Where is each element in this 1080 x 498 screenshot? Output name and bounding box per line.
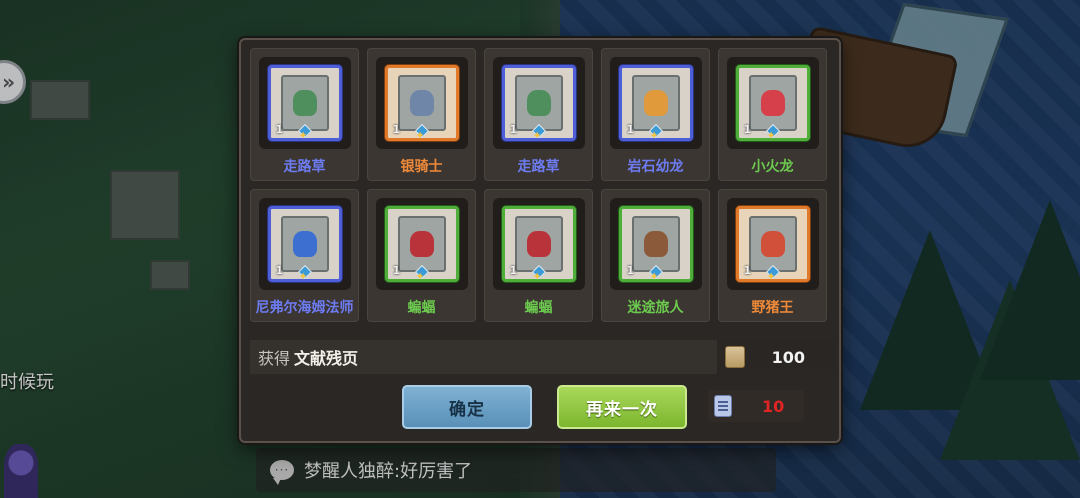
reward-card-grid: 1 ✦ 走路草 1 ✦ 银骑士 1 ✦ 走路草 1 ✦ 岩石幼龙 1 ✦ 小火龙 1 ✦ 尼弗尔海姆法师 1 ✦ 蝙蝠 1… xyxy=(250,48,832,330)
star-icon: ✦ xyxy=(415,129,425,142)
card-count: 1 xyxy=(392,264,401,277)
hero-card: 1 ✦ xyxy=(267,206,342,283)
card-portrait xyxy=(748,216,797,272)
confirm-button[interactable]: 确定 xyxy=(402,385,532,429)
draw-again-button[interactable]: 再来一次 xyxy=(557,385,687,429)
card-frame: 1 ✦ xyxy=(375,57,468,149)
creature-sprite-icon xyxy=(643,90,668,116)
star-icon: ✦ xyxy=(532,129,542,142)
creature-sprite-icon xyxy=(292,231,317,257)
draw-cost-value: 10 xyxy=(762,396,785,416)
card-frame: 1 ✦ xyxy=(492,198,585,290)
card-name: 蝙蝠 xyxy=(524,300,553,316)
bonus-amount-box: 100 xyxy=(717,340,835,374)
card-portrait xyxy=(514,216,563,272)
reward-card-slot[interactable]: 1 ✦ 银骑士 xyxy=(367,48,476,181)
draw-result-dialog: 1 ✦ 走路草 1 ✦ 银骑士 1 ✦ 走路草 1 ✦ 岩石幼龙 1 ✦ 小火龙 1 ✦ 尼弗尔海姆法师 1 ✦ 蝙蝠 1… xyxy=(239,38,841,443)
star-icon: ✦ xyxy=(649,270,659,283)
hero-card: 1 ✦ xyxy=(735,206,810,283)
card-frame: 1 ✦ xyxy=(726,198,819,290)
card-portrait xyxy=(397,75,446,131)
card-count: 1 xyxy=(275,123,284,136)
card-count: 1 xyxy=(743,123,752,136)
card-name: 尼弗尔海姆法师 xyxy=(255,300,354,316)
reward-card-slot[interactable]: 1 ✦ 蝙蝠 xyxy=(367,189,476,322)
creature-sprite-icon xyxy=(409,231,434,257)
card-name: 小火龙 xyxy=(751,159,794,175)
creature-sprite-icon xyxy=(760,90,785,116)
star-icon: ✦ xyxy=(532,270,542,283)
hero-card: 1 ✦ xyxy=(384,65,459,142)
card-name: 岩石幼龙 xyxy=(627,159,684,175)
card-frame: 1 ✦ xyxy=(375,198,468,290)
hero-card: 1 ✦ xyxy=(618,65,693,142)
star-icon: ✦ xyxy=(298,270,308,283)
star-icon: ✦ xyxy=(649,129,659,142)
card-frame: 1 ✦ xyxy=(609,57,702,149)
card-name: 野猪王 xyxy=(751,300,794,316)
reward-card-slot[interactable]: 1 ✦ 小火龙 xyxy=(718,48,827,181)
card-name: 蝙蝠 xyxy=(407,300,436,316)
card-frame: 1 ✦ xyxy=(609,198,702,290)
bonus-prefix: 获得 xyxy=(258,349,291,368)
reward-card-slot[interactable]: 1 ✦ 岩石幼龙 xyxy=(601,48,710,181)
hero-card: 1 ✦ xyxy=(618,206,693,283)
reward-card-slot[interactable]: 1 ✦ 迷途旅人 xyxy=(601,189,710,322)
reward-card-slot[interactable]: 1 ✦ 蝙蝠 xyxy=(484,189,593,322)
creature-sprite-icon xyxy=(526,231,551,257)
card-portrait xyxy=(748,75,797,131)
bonus-amount: 100 xyxy=(771,347,805,367)
creature-sprite-icon xyxy=(526,90,551,116)
card-name: 银骑士 xyxy=(400,159,443,175)
creature-sprite-icon xyxy=(760,231,785,257)
hero-card: 1 ✦ xyxy=(384,206,459,283)
card-count: 1 xyxy=(509,264,518,277)
card-name: 走路草 xyxy=(283,159,326,175)
creature-sprite-icon xyxy=(643,231,668,257)
card-frame: 1 ✦ xyxy=(726,57,819,149)
card-portrait xyxy=(280,75,329,131)
card-frame: 1 ✦ xyxy=(492,57,585,149)
card-count: 1 xyxy=(626,264,635,277)
card-count: 1 xyxy=(743,264,752,277)
hero-card: 1 ✦ xyxy=(501,206,576,283)
bonus-reward-row: 获得 文献残页 100 xyxy=(250,340,835,374)
reward-card-slot[interactable]: 1 ✦ 野猪王 xyxy=(718,189,827,322)
card-frame: 1 ✦ xyxy=(258,57,351,149)
creature-sprite-icon xyxy=(409,90,434,116)
card-count: 1 xyxy=(509,123,518,136)
card-count: 1 xyxy=(392,123,401,136)
reward-card-slot[interactable]: 1 ✦ 走路草 xyxy=(250,48,359,181)
hero-card: 1 ✦ xyxy=(267,65,342,142)
card-count: 1 xyxy=(275,264,284,277)
card-portrait xyxy=(631,75,680,131)
card-portrait xyxy=(514,75,563,131)
hero-card: 1 ✦ xyxy=(501,65,576,142)
card-portrait xyxy=(397,216,446,272)
star-icon: ✦ xyxy=(766,129,776,142)
summon-ticket-icon xyxy=(714,395,732,417)
card-count: 1 xyxy=(626,123,635,136)
reward-card-slot[interactable]: 1 ✦ 走路草 xyxy=(484,48,593,181)
hero-card: 1 ✦ xyxy=(735,65,810,142)
card-name: 迷途旅人 xyxy=(627,300,684,316)
card-portrait xyxy=(631,216,680,272)
draw-cost: 10 xyxy=(708,390,804,422)
document-scroll-icon xyxy=(725,346,745,368)
card-portrait xyxy=(280,216,329,272)
card-frame: 1 ✦ xyxy=(258,198,351,290)
bonus-item-name: 文献残页 xyxy=(294,349,359,368)
star-icon: ✦ xyxy=(766,270,776,283)
star-icon: ✦ xyxy=(298,129,308,142)
reward-card-slot[interactable]: 1 ✦ 尼弗尔海姆法师 xyxy=(250,189,359,322)
star-icon: ✦ xyxy=(415,270,425,283)
card-name: 走路草 xyxy=(517,159,560,175)
creature-sprite-icon xyxy=(292,90,317,116)
